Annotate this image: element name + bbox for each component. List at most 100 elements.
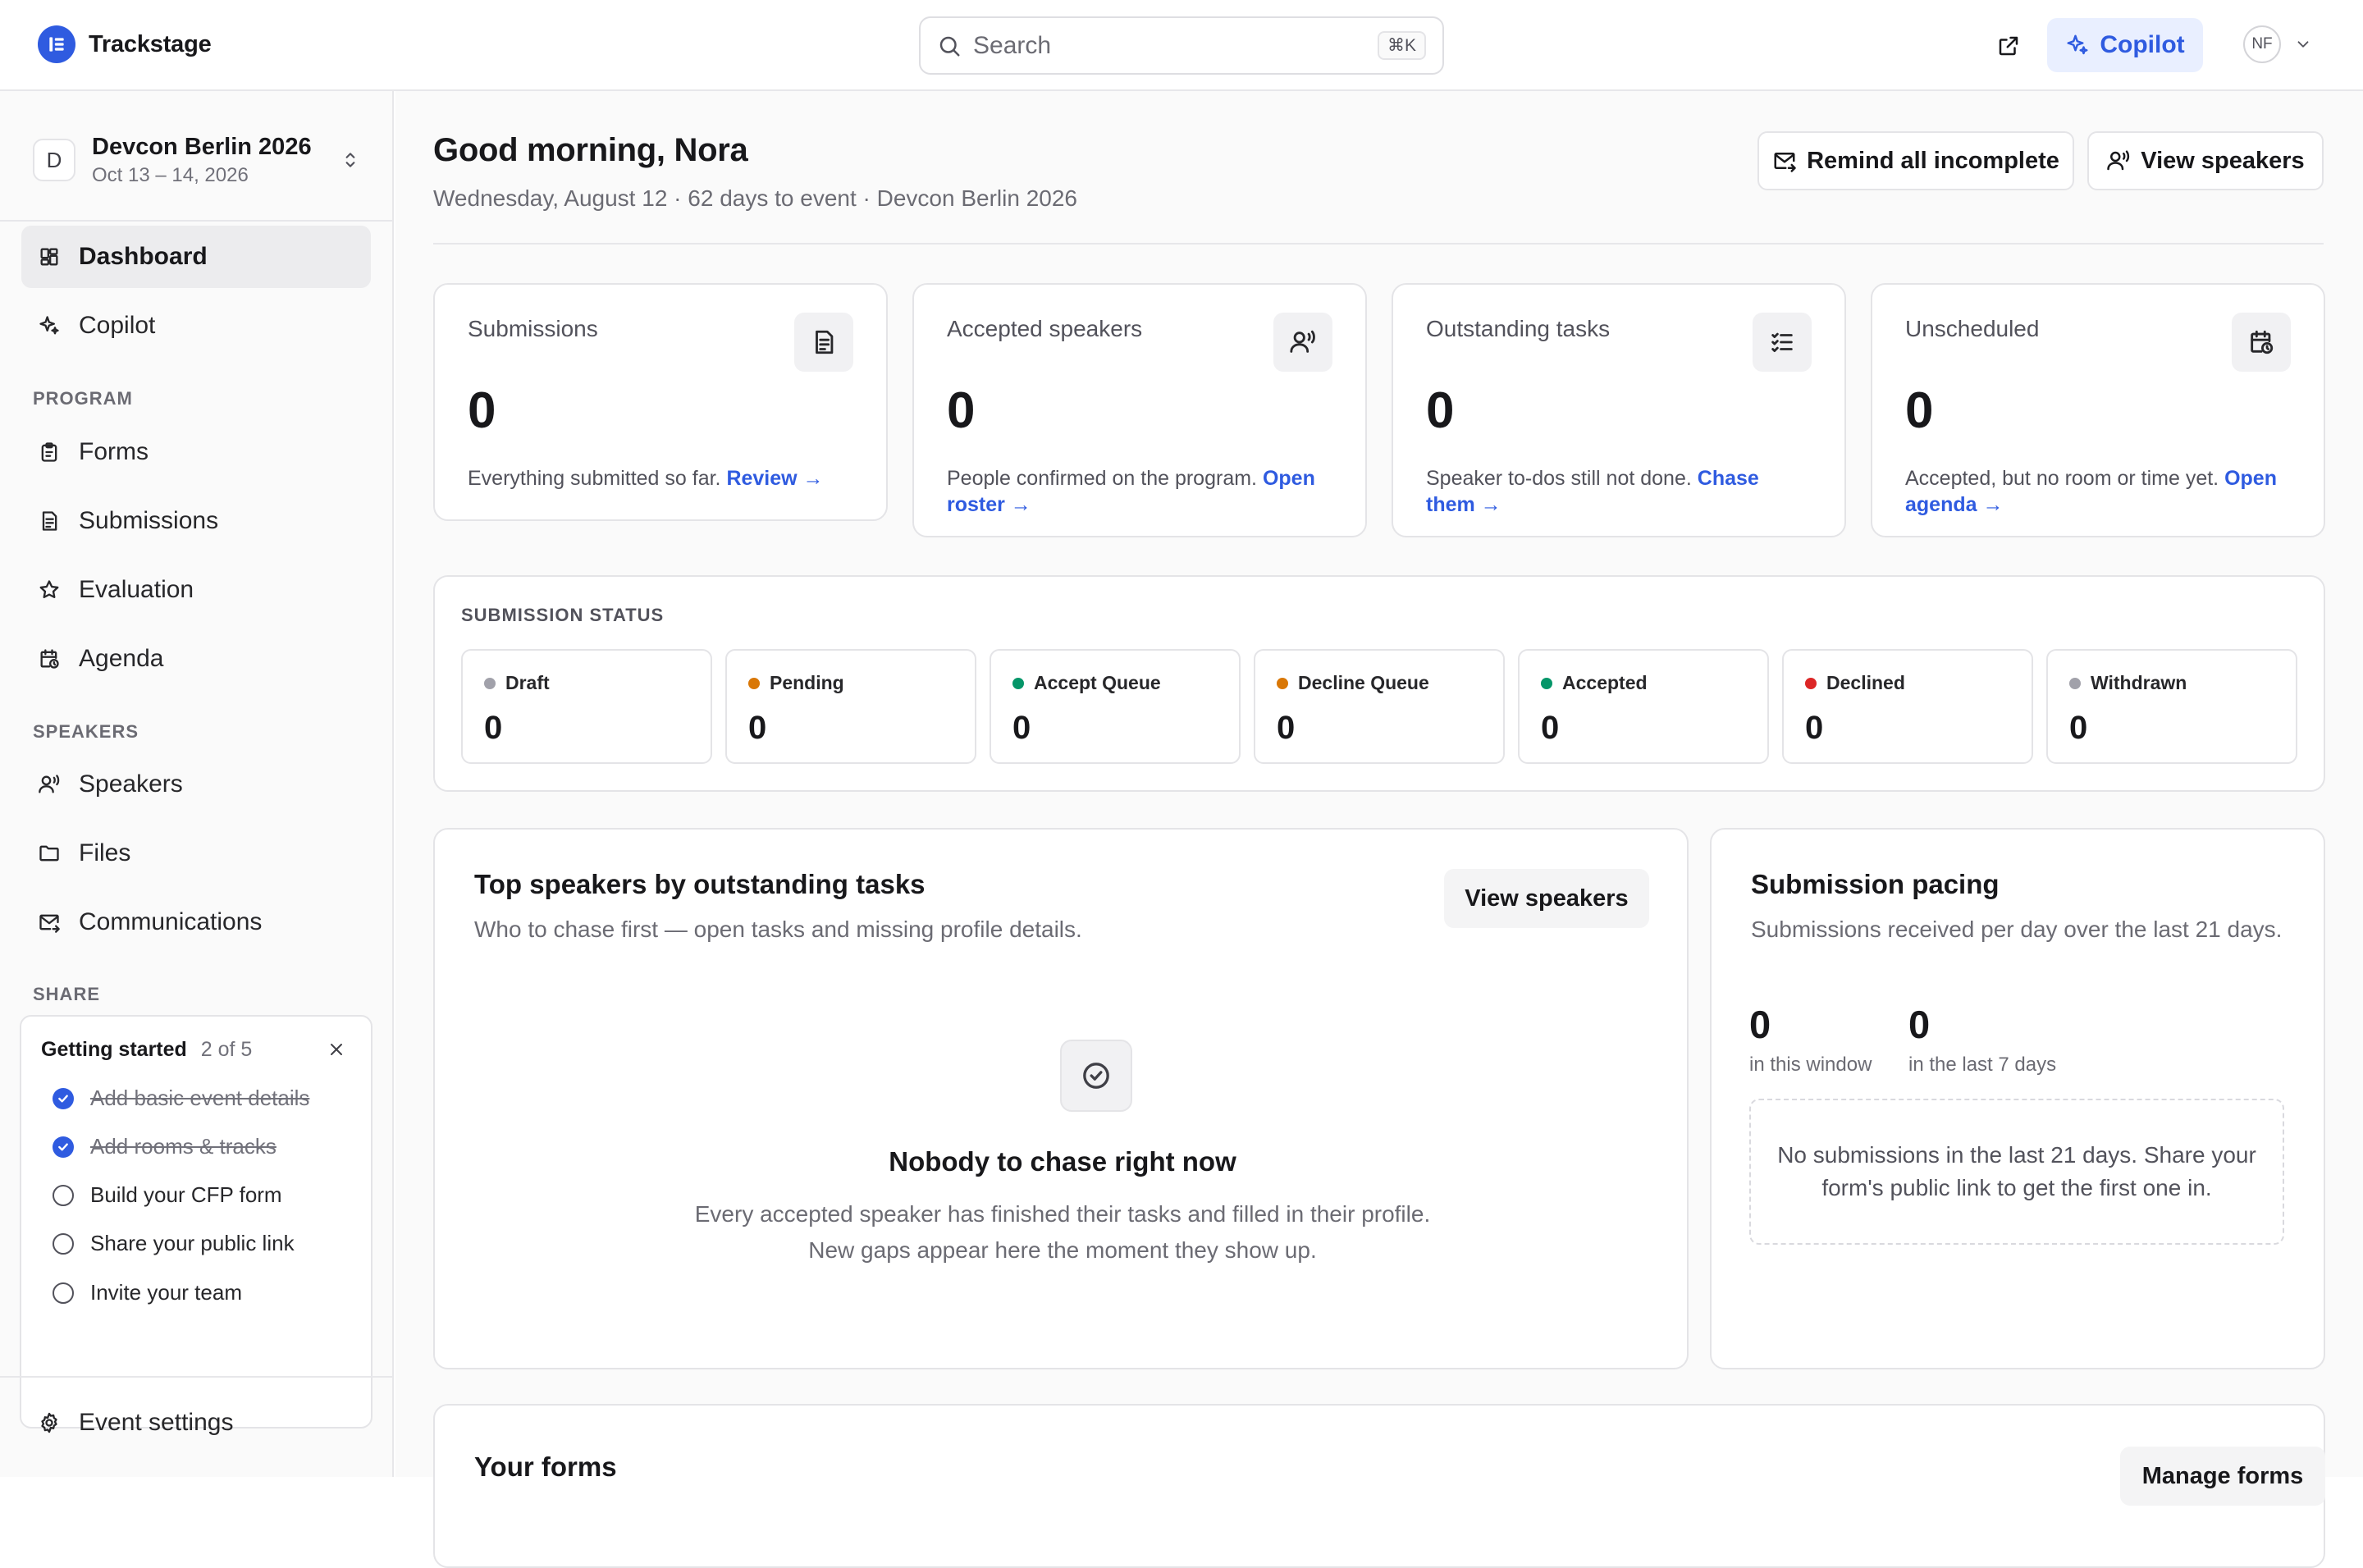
stat-description: People confirmed on the program. bbox=[947, 467, 1257, 490]
sidebar-item-submissions[interactable]: Submissions bbox=[21, 490, 371, 552]
top-bar: Trackstage Search ⌘K Copilot NF bbox=[0, 0, 2363, 91]
search-input[interactable]: Search ⌘K bbox=[919, 16, 1444, 75]
sidebar-item-event-settings[interactable]: Event settings bbox=[21, 1392, 371, 1454]
sidebar-item-forms[interactable]: Forms bbox=[21, 421, 371, 483]
getting-started-card: Getting started 2 of 5 Add basic event d… bbox=[20, 1015, 373, 1429]
top-speakers-subtitle: Who to chase first — open tasks and miss… bbox=[474, 917, 1082, 942]
checklist-item[interactable]: Add basic event details bbox=[53, 1086, 309, 1111]
stat-link[interactable]: Review → bbox=[726, 467, 823, 490]
status-pill-decline-queue[interactable]: Decline Queue 0 bbox=[1254, 649, 1505, 764]
chevron-down-icon bbox=[2297, 41, 2309, 48]
getting-started-progress: 2 of 5 bbox=[200, 1038, 253, 1061]
brand[interactable]: Trackstage bbox=[38, 25, 212, 63]
status-label: Pending bbox=[770, 672, 844, 693]
copilot-label: Copilot bbox=[2100, 31, 2185, 58]
view-speakers-button[interactable]: View speakers bbox=[1444, 869, 1649, 928]
event-switcher[interactable]: D Devcon Berlin 2026 Oct 13 – 14, 2026 bbox=[33, 124, 361, 196]
sidebar-item-agenda[interactable]: Agenda bbox=[21, 628, 371, 690]
status-count: 0 bbox=[2069, 710, 2088, 746]
status-pill-accepted[interactable]: Accepted 0 bbox=[1518, 649, 1769, 764]
checklist-item[interactable]: Invite your team bbox=[53, 1280, 242, 1305]
header-divider bbox=[433, 243, 2324, 245]
sidebar-item-label: Agenda bbox=[79, 645, 164, 672]
dashboard-icon bbox=[40, 248, 58, 266]
close-icon bbox=[331, 1044, 342, 1055]
search-icon bbox=[939, 36, 960, 56]
checklist-item[interactable]: Build your CFP form bbox=[53, 1182, 282, 1208]
status-count: 0 bbox=[1012, 710, 1031, 746]
remind-all-button[interactable]: Remind all incomplete bbox=[1757, 131, 2074, 190]
submission-pacing-panel: Submission pacing Submissions received p… bbox=[1710, 828, 2325, 1369]
empty-state-title: Nobody to chase right now bbox=[889, 1146, 1236, 1177]
sidebar-item-copilot[interactable]: Copilot bbox=[21, 295, 371, 357]
stat-label: Submissions bbox=[468, 316, 598, 341]
sidebar-item-communications[interactable]: Communications bbox=[21, 891, 371, 953]
pacing-week-label: in the last 7 days bbox=[1908, 1054, 2057, 1076]
sidebar-item-label: Forms bbox=[79, 438, 149, 465]
user-menu[interactable]: NF bbox=[2243, 25, 2312, 63]
status-label: Decline Queue bbox=[1298, 672, 1429, 693]
checklist-item-label: Add basic event details bbox=[90, 1086, 310, 1110]
pacing-window-value: 0 bbox=[1749, 1003, 1771, 1046]
status-pill-accept-queue[interactable]: Accept Queue 0 bbox=[990, 649, 1241, 764]
status-dot bbox=[484, 677, 496, 689]
star-icon bbox=[39, 580, 59, 599]
empty-state-description: Every accepted speaker has finished thei… bbox=[694, 1201, 1431, 1263]
checklist-item-label: Add rooms & tracks bbox=[90, 1134, 277, 1159]
speaker-icon bbox=[1273, 313, 1332, 372]
check-circle-icon bbox=[53, 1136, 74, 1158]
checklist-icon bbox=[1753, 313, 1812, 372]
checklist-item[interactable]: Add rooms & tracks bbox=[53, 1134, 277, 1159]
clipboard-icon bbox=[41, 442, 57, 462]
mail-send-icon bbox=[39, 914, 60, 933]
view-speakers-button[interactable]: View speakers bbox=[2087, 131, 2324, 190]
status-label: Draft bbox=[505, 672, 550, 693]
sidebar-item-files[interactable]: Files bbox=[21, 822, 371, 885]
top-speakers-title: Top speakers by outstanding tasks bbox=[474, 869, 926, 899]
sidebar-item-dashboard[interactable]: Dashboard bbox=[21, 226, 371, 288]
external-link-icon bbox=[1999, 36, 2018, 56]
stat-value: 0 bbox=[1426, 382, 1455, 439]
stat-description: Everything submitted so far. bbox=[468, 467, 721, 490]
submission-status-card: SUBMISSION STATUS Draft 0 Pending 0 Acce… bbox=[433, 575, 2325, 792]
sidebar-item-speakers[interactable]: Speakers bbox=[21, 753, 371, 816]
checklist-item-label: Invite your team bbox=[90, 1280, 242, 1305]
status-dot bbox=[2069, 677, 2081, 689]
sidebar-item-label: Speakers bbox=[79, 770, 183, 798]
close-button[interactable] bbox=[327, 1040, 346, 1059]
stat-value: 0 bbox=[947, 382, 976, 439]
check-circle-icon bbox=[1060, 1040, 1132, 1112]
sidebar-item-label: Submissions bbox=[79, 507, 219, 534]
sparkle-icon bbox=[2067, 34, 2088, 55]
search-shortcut: ⌘K bbox=[1377, 31, 1426, 60]
checklist-item[interactable]: Share your public link bbox=[53, 1231, 295, 1256]
app-name: Trackstage bbox=[89, 30, 212, 57]
status-label: Declined bbox=[1826, 672, 1905, 693]
speaker-icon bbox=[2107, 150, 2130, 171]
event-badge: D bbox=[33, 139, 75, 181]
copilot-button[interactable]: Copilot bbox=[2047, 18, 2203, 72]
forms-title: Your forms bbox=[474, 1451, 617, 1482]
status-dot bbox=[1012, 677, 1024, 689]
status-count: 0 bbox=[1277, 710, 1296, 746]
status-dot bbox=[748, 677, 760, 689]
status-count: 0 bbox=[1541, 710, 1560, 746]
pacing-title: Submission pacing bbox=[1751, 869, 2000, 899]
sidebar-item-evaluation[interactable]: Evaluation bbox=[21, 559, 371, 621]
pacing-subtitle: Submissions received per day over the la… bbox=[1751, 917, 2283, 942]
open-public-site-button[interactable] bbox=[1990, 28, 2027, 64]
search-placeholder: Search bbox=[973, 31, 1052, 59]
sidebar-item-label: Files bbox=[79, 839, 131, 866]
status-pill-declined[interactable]: Declined 0 bbox=[1782, 649, 2033, 764]
status-pill-draft[interactable]: Draft 0 bbox=[461, 649, 712, 764]
empty-circle-icon bbox=[53, 1282, 74, 1304]
empty-circle-icon bbox=[53, 1232, 74, 1255]
getting-started-title: Getting started bbox=[41, 1038, 187, 1061]
pacing-window-label: in this window bbox=[1749, 1054, 1872, 1076]
sidebar-item-label: Dashboard bbox=[79, 243, 208, 270]
sidebar-item-label: Copilot bbox=[79, 312, 156, 339]
manage-forms-button[interactable]: Manage forms bbox=[2120, 1447, 2325, 1506]
status-pill-pending[interactable]: Pending 0 bbox=[725, 649, 976, 764]
main-content: Good morning, Nora Wednesday, August 12 … bbox=[395, 91, 2363, 1568]
status-pill-withdrawn[interactable]: Withdrawn 0 bbox=[2046, 649, 2297, 764]
